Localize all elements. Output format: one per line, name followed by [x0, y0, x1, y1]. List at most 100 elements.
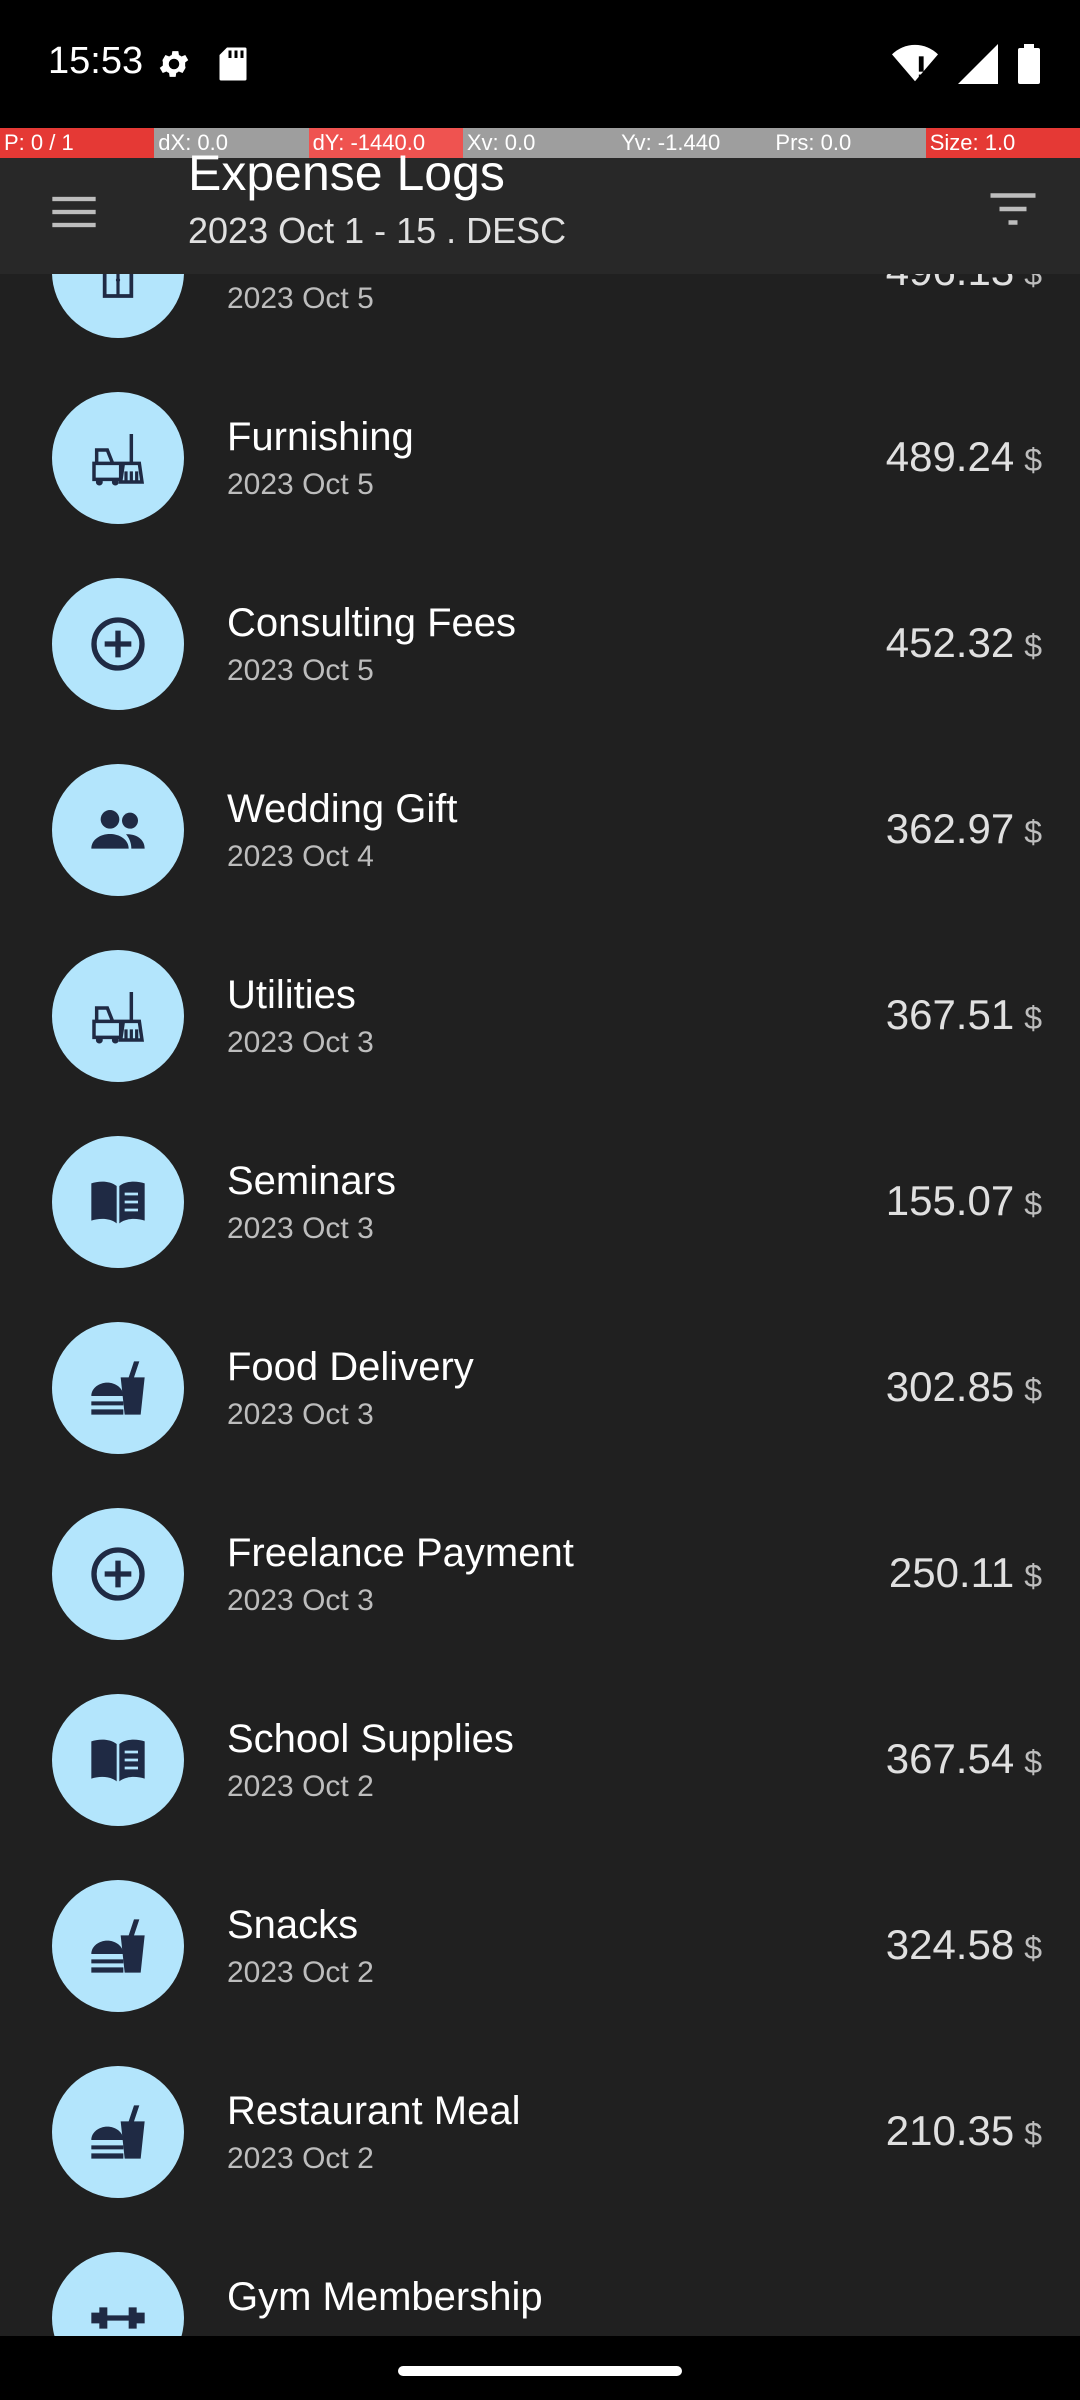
filter-icon[interactable]: [986, 182, 1040, 236]
expense-amount: 452.32 $: [886, 619, 1042, 667]
category-avatar: [52, 578, 184, 710]
battery-icon: [1018, 44, 1040, 84]
fastfood-icon: [91, 1361, 145, 1415]
amount-value: 155.07: [885, 1177, 1015, 1224]
expense-amount: 367.51 $: [886, 991, 1042, 1039]
cleaning-icon: [92, 992, 144, 1044]
dumbbell-icon: [91, 2307, 145, 2329]
expense-title: Snacks: [227, 1903, 359, 1947]
amount-value: 250.11: [888, 1549, 1015, 1596]
date-range-subtitle: 2023 Oct 1 - 15 . DESC: [188, 210, 567, 251]
expense-amount: 489.24 $: [886, 433, 1042, 481]
category-avatar: [52, 274, 184, 338]
debug-size: Size: 1.0: [925, 128, 1080, 158]
expense-date: 2023 Oct 5: [227, 468, 374, 501]
expense-row[interactable]: Snacks 2023 Oct 2 324.58 $: [0, 1853, 1080, 2039]
expense-amount: 250.11 $: [889, 1549, 1042, 1597]
debug-prs: Prs: 0.0: [771, 128, 926, 158]
category-avatar: [52, 2252, 184, 2336]
amount-value: 324.58: [885, 1921, 1015, 1968]
expense-list[interactable]: Laundry2023 Oct 5496.13$Furnishing2023 O…: [0, 274, 1080, 2336]
expense-title: Seminars: [227, 1159, 396, 1203]
expense-date: 2023 Oct 3: [227, 1398, 374, 1431]
expense-row[interactable]: Gym Membership: [0, 2225, 1080, 2336]
expense-title: Restaurant Meal: [227, 2089, 521, 2133]
currency-symbol: $: [1024, 274, 1042, 292]
category-avatar: [52, 392, 184, 524]
currency-symbol: $: [1024, 628, 1042, 664]
expense-date: 2023 Oct 4: [227, 840, 374, 873]
expense-title: School Supplies: [227, 1717, 514, 1761]
expense-title: Wedding Gift: [227, 787, 458, 831]
expense-row[interactable]: Seminars 2023 Oct 3 155.07 $: [0, 1109, 1080, 1295]
expense-amount: 210.35 $: [886, 2107, 1042, 2155]
book-icon: [91, 1739, 145, 1782]
expense-row[interactable]: Furnishing 2023 Oct 5 489.24 $: [0, 365, 1080, 551]
plus-circle-icon: [91, 1547, 145, 1601]
hamburger-icon[interactable]: [48, 186, 100, 238]
expense-date: 2023 Oct 5: [227, 654, 374, 687]
expense-date: 2023 Oct 3: [227, 1584, 374, 1617]
currency-symbol: $: [1024, 2116, 1042, 2152]
expense-date: 2023 Oct 3: [227, 1026, 374, 1059]
plus-circle-icon: [91, 617, 145, 671]
status-bar: 15:53: [0, 0, 1080, 128]
currency-symbol: $: [1024, 442, 1042, 478]
expense-amount: 324.58 $: [886, 1921, 1042, 1969]
pointer-debug-bar: P: 0 / 1 dX: 0.0 dY: -1440.0 Xv: 0.0 Yv:…: [0, 128, 1080, 158]
currency-symbol: $: [1024, 814, 1042, 850]
people-icon: [91, 810, 145, 849]
book-icon: [91, 1181, 145, 1224]
expense-row[interactable]: Laundry2023 Oct 5496.13$: [0, 274, 1080, 365]
expense-row[interactable]: Freelance Payment 2023 Oct 3 250.11 $: [0, 1481, 1080, 1667]
expense-row[interactable]: Wedding Gift 2023 Oct 4 362.97 $: [0, 737, 1080, 923]
amount-value: 362.97: [885, 805, 1015, 852]
category-avatar: [52, 1136, 184, 1268]
expense-date: 2023 Oct 2: [227, 2142, 374, 2175]
currency-symbol: $: [1024, 1930, 1042, 1966]
expense-row[interactable]: Utilities 2023 Oct 3 367.51 $: [0, 923, 1080, 1109]
category-avatar: [52, 950, 184, 1082]
fastfood-icon: [91, 2105, 145, 2159]
status-time: 15:53: [48, 40, 144, 82]
amount-value: 496.13: [886, 274, 1014, 295]
expense-date: 2023 Oct 5: [227, 282, 374, 315]
expense-title: Consulting Fees: [227, 601, 517, 645]
expense-amount: 496.13 $: [886, 274, 1042, 295]
currency-symbol: $: [1024, 1000, 1042, 1036]
expense-date: 2023 Oct 3: [227, 1212, 374, 1245]
expense-row[interactable]: Restaurant Meal 2023 Oct 2 210.35 $: [0, 2039, 1080, 2225]
fastfood-icon: [91, 1919, 145, 1973]
expense-amount: 302.85 $: [886, 1363, 1042, 1411]
sd-card-icon: [219, 47, 247, 81]
amount-value: 302.85: [885, 1363, 1015, 1410]
expense-amount: 362.97 $: [886, 805, 1042, 853]
debug-yv: Yv: -1.440: [617, 128, 772, 158]
amount-value: 367.51: [885, 991, 1015, 1038]
currency-symbol: $: [1024, 1372, 1042, 1408]
category-avatar: [52, 1694, 184, 1826]
amount-value: 489.24: [885, 433, 1015, 480]
amount-value: 367.54: [885, 1735, 1015, 1782]
expense-title: Utilities: [227, 973, 356, 1017]
home-gesture-handle[interactable]: [398, 2366, 682, 2376]
shirt-icon: [102, 274, 134, 298]
category-avatar: [52, 2066, 184, 2198]
signal-icon: [958, 44, 998, 84]
expense-title: Food Delivery: [227, 1345, 474, 1389]
expense-date: 2023 Oct 2: [227, 1770, 374, 1803]
expense-date: 2023 Oct 2: [227, 1956, 374, 1989]
currency-symbol: $: [1024, 1186, 1042, 1222]
amount-value: 452.32: [885, 619, 1015, 666]
expense-row[interactable]: School Supplies 2023 Oct 2 367.54 $: [0, 1667, 1080, 1853]
expense-row[interactable]: Consulting Fees 2023 Oct 5 452.32 $: [0, 551, 1080, 737]
wifi-alert-icon: [892, 44, 938, 82]
amount-value: 210.35: [885, 2107, 1015, 2154]
expense-row[interactable]: Food Delivery 2023 Oct 3 302.85 $: [0, 1295, 1080, 1481]
expense-title: Furnishing: [227, 415, 414, 459]
expense-amount: 155.07 $: [886, 1177, 1042, 1225]
category-avatar: [52, 1880, 184, 2012]
currency-symbol: $: [1024, 1558, 1042, 1594]
category-avatar: [52, 764, 184, 896]
currency-symbol: $: [1024, 1744, 1042, 1780]
